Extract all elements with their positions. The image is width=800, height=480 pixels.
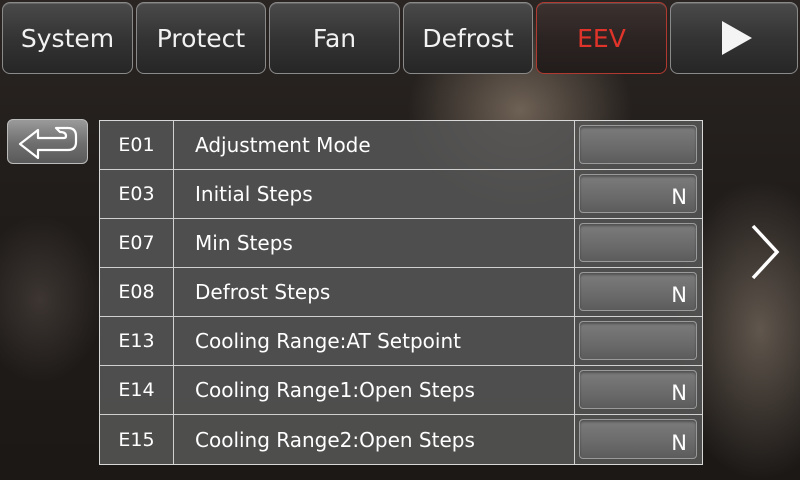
param-code: E03	[100, 170, 174, 218]
param-value-cell	[575, 317, 702, 365]
param-code: E14	[100, 366, 174, 414]
table-row: E14 Cooling Range1:Open Steps N	[100, 366, 702, 415]
play-icon	[722, 21, 752, 55]
tab-defrost[interactable]: Defrost	[403, 2, 533, 74]
parameter-table: E01 Adjustment Mode E03 Initial Steps N …	[99, 120, 703, 465]
tab-system[interactable]: System	[2, 2, 133, 74]
param-name: Min Steps	[174, 219, 575, 267]
param-name: Defrost Steps	[174, 268, 575, 316]
param-value-button[interactable]: N	[579, 370, 697, 409]
table-row: E15 Cooling Range2:Open Steps N	[100, 415, 702, 464]
tab-eev[interactable]: EEV	[536, 2, 667, 74]
table-row: E08 Defrost Steps N	[100, 268, 702, 317]
tab-label: Fan	[312, 23, 357, 53]
back-arrow-icon	[18, 126, 77, 159]
param-code: E13	[100, 317, 174, 365]
tab-bar: System Protect Fan Defrost EEV	[0, 0, 800, 78]
param-value-button[interactable]	[579, 125, 697, 164]
back-button[interactable]	[7, 119, 88, 164]
param-value-button[interactable]: N	[579, 174, 697, 213]
param-code: E01	[100, 121, 174, 169]
param-value-cell	[575, 219, 702, 267]
param-code: E07	[100, 219, 174, 267]
tab-label: EEV	[577, 23, 626, 53]
param-value-cell	[575, 121, 702, 169]
tab-label: Defrost	[422, 23, 514, 53]
param-code: E08	[100, 268, 174, 316]
chevron-right-icon[interactable]	[745, 222, 785, 282]
param-name: Cooling Range1:Open Steps	[174, 366, 575, 414]
table-row: E07 Min Steps	[100, 219, 702, 268]
param-value-button[interactable]	[579, 223, 697, 262]
param-value-button[interactable]: N	[579, 272, 697, 311]
table-row: E03 Initial Steps N	[100, 170, 702, 219]
tab-protect[interactable]: Protect	[136, 2, 266, 74]
tab-fan[interactable]: Fan	[269, 2, 400, 74]
param-code: E15	[100, 415, 174, 464]
param-name: Cooling Range2:Open Steps	[174, 415, 575, 464]
tab-label: System	[20, 23, 115, 53]
param-value-cell: N	[575, 415, 702, 464]
param-value-cell: N	[575, 170, 702, 218]
param-value-button[interactable]	[579, 321, 697, 360]
param-value-button[interactable]: N	[579, 419, 697, 459]
table-row: E01 Adjustment Mode	[100, 121, 702, 170]
param-name: Cooling Range:AT Setpoint	[174, 317, 575, 365]
param-name: Adjustment Mode	[174, 121, 575, 169]
param-value-cell: N	[575, 366, 702, 414]
tab-label: Protect	[156, 23, 246, 53]
param-value-cell: N	[575, 268, 702, 316]
param-name: Initial Steps	[174, 170, 575, 218]
next-tabs-button[interactable]	[670, 2, 798, 74]
table-row: E13 Cooling Range:AT Setpoint	[100, 317, 702, 366]
